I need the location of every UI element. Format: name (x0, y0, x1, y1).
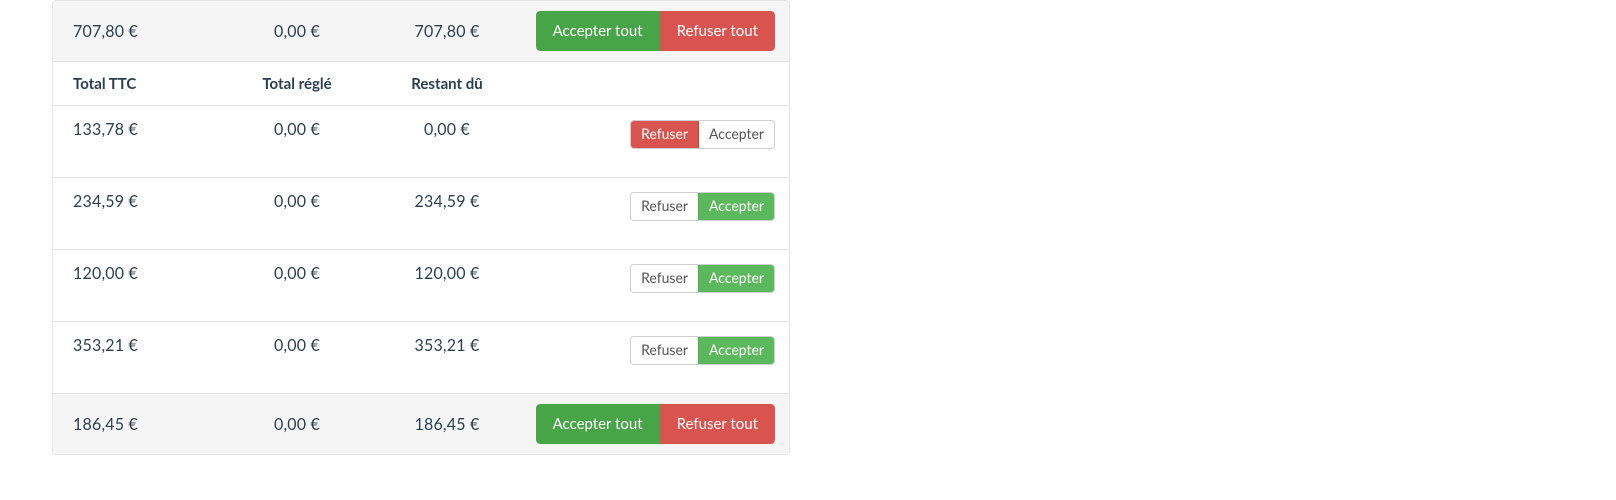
cell-total-regle: 0,00 € (222, 120, 372, 139)
cell-total-regle: 0,00 € (222, 192, 372, 211)
accept-button[interactable]: Accepter (698, 337, 774, 364)
cell-restant-du: 120,00 € (372, 264, 522, 283)
refuse-button[interactable]: Refuser (631, 265, 698, 292)
cell-restant-du: 234,59 € (372, 192, 522, 211)
summary-total-ttc: 707,80 € (67, 22, 222, 41)
cell-restant-du: 0,00 € (372, 120, 522, 139)
header-restant-du: Restant dû (372, 75, 522, 93)
refuse-all-button[interactable]: Refuser tout (660, 404, 775, 444)
summary-total-ttc: 186,45 € (67, 415, 222, 434)
table-row: 353,21 € 0,00 € 353,21 € Refuser Accepte… (53, 321, 789, 393)
row-actions: Refuser Accepter (630, 336, 775, 365)
refuse-button[interactable]: Refuser (631, 121, 698, 148)
accept-button[interactable]: Accepter (698, 265, 774, 292)
refuse-all-button[interactable]: Refuser tout (660, 11, 775, 51)
cell-total-ttc: 353,21 € (67, 336, 222, 355)
cell-total-ttc: 133,78 € (67, 120, 222, 139)
summary-row-bottom: 186,45 € 0,00 € 186,45 € Accepter tout R… (53, 393, 789, 454)
table-row: 234,59 € 0,00 € 234,59 € Refuser Accepte… (53, 177, 789, 249)
accept-all-button[interactable]: Accepter tout (536, 404, 660, 444)
accept-all-button[interactable]: Accepter tout (536, 11, 660, 51)
row-actions: Refuser Accepter (630, 192, 775, 221)
refuse-button[interactable]: Refuser (631, 337, 698, 364)
summary-total-regle: 0,00 € (222, 415, 372, 434)
table-header: Total TTC Total réglé Restant dû (53, 61, 789, 105)
summary-restant-du: 707,80 € (372, 22, 522, 41)
row-actions: Refuser Accepter (630, 120, 775, 149)
accept-button[interactable]: Accepter (698, 121, 774, 148)
summary-total-regle: 0,00 € (222, 22, 372, 41)
cell-total-regle: 0,00 € (222, 264, 372, 283)
header-total-ttc: Total TTC (67, 75, 222, 93)
accept-button[interactable]: Accepter (698, 193, 774, 220)
payment-table: 707,80 € 0,00 € 707,80 € Accepter tout R… (52, 0, 790, 455)
bulk-actions-top: Accepter tout Refuser tout (536, 11, 775, 51)
table-row: 120,00 € 0,00 € 120,00 € Refuser Accepte… (53, 249, 789, 321)
summary-row-top: 707,80 € 0,00 € 707,80 € Accepter tout R… (53, 1, 789, 61)
row-actions: Refuser Accepter (630, 264, 775, 293)
header-total-regle: Total réglé (222, 75, 372, 93)
cell-total-ttc: 120,00 € (67, 264, 222, 283)
table-row: 133,78 € 0,00 € 0,00 € Refuser Accepter (53, 105, 789, 177)
summary-restant-du: 186,45 € (372, 415, 522, 434)
cell-total-regle: 0,00 € (222, 336, 372, 355)
cell-total-ttc: 234,59 € (67, 192, 222, 211)
cell-restant-du: 353,21 € (372, 336, 522, 355)
bulk-actions-bottom: Accepter tout Refuser tout (536, 404, 775, 444)
refuse-button[interactable]: Refuser (631, 193, 698, 220)
